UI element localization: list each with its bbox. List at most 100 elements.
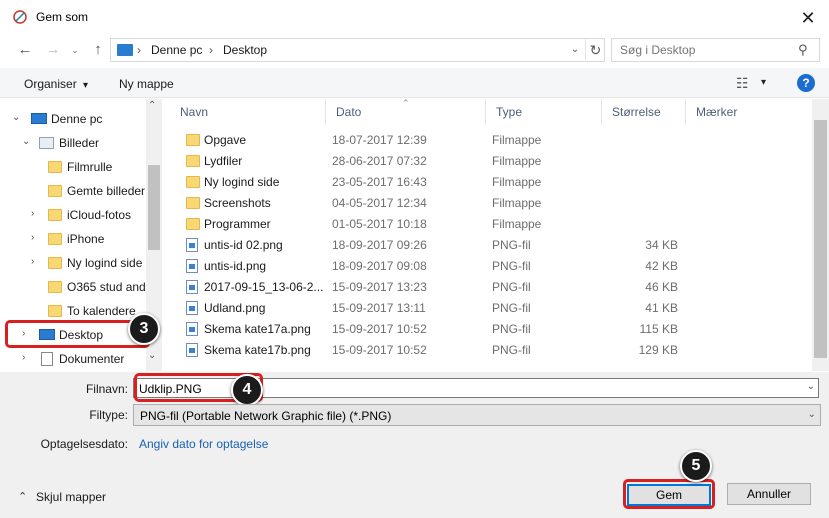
file-size: 129 KB (638, 343, 678, 357)
file-date: 15-09-2017 10:52 (332, 343, 427, 357)
file-row[interactable]: Udland.png 15-09-2017 13:11 PNG-fil 41 K… (170, 298, 690, 319)
file-list: Navn Dato Type Størrelse Mærker Opgave 1… (170, 99, 812, 371)
step-callout-5: 5 (680, 450, 712, 482)
file-type: PNG-fil (492, 322, 531, 336)
file-type: PNG-fil (492, 280, 531, 294)
file-type: Filmappe (492, 175, 542, 189)
png-file-icon (186, 301, 198, 315)
png-file-icon (186, 259, 198, 273)
file-date: 01-05-2017 10:18 (332, 217, 427, 231)
file-name: untis-id 02.png (204, 238, 283, 252)
back-button[interactable]: ← (14, 40, 36, 60)
chevron-right-icon[interactable]: › (31, 256, 34, 267)
column-header-type[interactable]: Type (486, 99, 602, 125)
file-row[interactable]: Skema kate17b.png 15-09-2017 10:52 PNG-f… (170, 340, 690, 361)
file-date: 18-07-2017 12:39 (332, 133, 427, 147)
file-row[interactable]: Ny logind side 23-05-2017 16:43 Filmappe (170, 172, 690, 193)
nav-scrollbar-thumb[interactable] (148, 165, 160, 250)
scroll-down-icon[interactable]: ⌄ (148, 350, 156, 361)
chevron-down-icon[interactable]: ⌄ (808, 409, 816, 420)
search-icon[interactable]: ⚲ (798, 42, 808, 58)
column-header-size[interactable]: Størrelse (602, 99, 686, 125)
nav-item-label: Filmrulle (67, 160, 113, 174)
up-button[interactable]: ↑ (87, 40, 109, 60)
chevron-down-icon[interactable]: ⌄ (12, 112, 20, 123)
nav-item-pictures[interactable]: ⌄ Billeder (0, 131, 146, 155)
address-separator: › (137, 43, 141, 57)
folder-icon (186, 218, 200, 230)
sort-indicator-icon: ⌃ (402, 98, 410, 108)
file-row[interactable]: Programmer 01-05-2017 10:18 Filmappe (170, 214, 690, 235)
nav-item-camera-roll[interactable]: Filmrulle (0, 155, 146, 179)
file-date: 15-09-2017 13:11 (332, 301, 426, 315)
refresh-button[interactable]: ↻ (585, 38, 605, 62)
nav-item-label: Gemte billeder (67, 184, 146, 198)
pictures-icon (39, 137, 54, 149)
chevron-right-icon[interactable]: › (31, 208, 34, 219)
folder-icon (48, 161, 62, 173)
file-row[interactable]: untis-id.png 18-09-2017 09:08 PNG-fil 42… (170, 256, 690, 277)
file-list-scrollbar-thumb[interactable] (814, 120, 827, 358)
chevron-down-icon[interactable]: ⌄ (22, 136, 30, 147)
file-row[interactable]: Lydfiler 28-06-2017 07:32 Filmappe (170, 151, 690, 172)
forward-button[interactable]: → (42, 40, 64, 60)
set-capture-date-link[interactable]: Angiv dato for optagelse (139, 437, 268, 451)
chevron-right-icon[interactable]: › (31, 232, 34, 243)
filetype-select[interactable]: PNG-fil (Portable Network Graphic file) … (133, 404, 821, 426)
search-input[interactable] (620, 42, 790, 58)
address-segment-this-pc[interactable]: Denne pc (151, 43, 202, 57)
column-header-name[interactable]: Navn (170, 99, 326, 125)
search-box[interactable]: ⚲ (611, 38, 820, 62)
close-button[interactable]: ✕ (796, 6, 820, 30)
file-name: Ny logind side (204, 175, 280, 189)
view-options-icon[interactable]: ☷ (736, 75, 749, 92)
folder-icon (48, 209, 62, 221)
file-row[interactable]: 2017-09-15_13-06-2... 15-09-2017 13:23 P… (170, 277, 690, 298)
file-size: 41 KB (645, 301, 678, 315)
address-bar[interactable]: › Denne pc › Desktop (110, 38, 605, 62)
file-type: PNG-fil (492, 259, 531, 273)
nav-item-label: Denne pc (51, 112, 103, 126)
view-chevron-icon[interactable]: ▾ (761, 77, 766, 88)
folder-icon (48, 281, 62, 293)
chevron-right-icon[interactable]: › (22, 352, 25, 363)
address-segment-desktop[interactable]: Desktop (223, 43, 267, 57)
file-name: Skema kate17b.png (204, 343, 311, 357)
file-date: 15-09-2017 13:23 (332, 280, 427, 294)
help-icon[interactable]: ? (797, 74, 815, 92)
column-header-tags[interactable]: Mærker (686, 99, 786, 125)
nav-item-saved-pictures[interactable]: Gemte billeder (0, 179, 146, 203)
nav-item-documents[interactable]: › Dokumenter (0, 347, 146, 371)
nav-item-icloud-photos[interactable]: › iCloud-fotos (0, 203, 146, 227)
nav-item-iphone[interactable]: › iPhone (0, 227, 146, 251)
new-folder-button[interactable]: Ny mappe (119, 77, 174, 91)
window-title: Gem som (36, 10, 89, 24)
nav-item-new-login-page[interactable]: › Ny logind side (0, 251, 146, 275)
filename-label: Filnavn: (85, 382, 128, 396)
file-row[interactable]: Screenshots 04-05-2017 12:34 Filmappe (170, 193, 690, 214)
folder-icon (48, 305, 62, 317)
chevron-down-icon[interactable]: ⌄ (807, 381, 815, 392)
nav-item-o365[interactable]: O365 stud andı (0, 275, 149, 299)
organize-menu[interactable]: Organiser ▾ (24, 77, 88, 91)
file-row[interactable]: untis-id 02.png 18-09-2017 09:26 PNG-fil… (170, 235, 690, 256)
png-file-icon (186, 322, 198, 336)
recent-locations-chevron-icon[interactable]: ⌄ (64, 40, 86, 60)
capture-date-label: Optagelsesdato: (40, 437, 128, 451)
hide-folders-button[interactable]: Skjul mapper (36, 490, 106, 504)
file-type: PNG-fil (492, 238, 531, 252)
file-row[interactable]: Skema kate17a.png 15-09-2017 10:52 PNG-f… (170, 319, 690, 340)
pc-icon (31, 113, 47, 124)
file-type: Filmappe (492, 154, 542, 168)
address-dropdown-icon[interactable]: ⌄ (566, 38, 584, 62)
file-name: untis-id.png (204, 259, 267, 273)
chevron-up-icon[interactable]: ⌃ (18, 490, 27, 503)
paint-app-icon (13, 10, 27, 24)
scroll-up-icon[interactable]: ⌃ (148, 100, 156, 111)
file-row[interactable]: Opgave 18-07-2017 12:39 Filmappe (170, 130, 690, 151)
cancel-button[interactable]: Annuller (727, 483, 811, 505)
nav-item-this-pc[interactable]: ⌄ Denne pc (0, 107, 146, 131)
folder-icon (48, 185, 62, 197)
file-date: 04-05-2017 12:34 (332, 196, 427, 210)
png-file-icon (186, 280, 198, 294)
